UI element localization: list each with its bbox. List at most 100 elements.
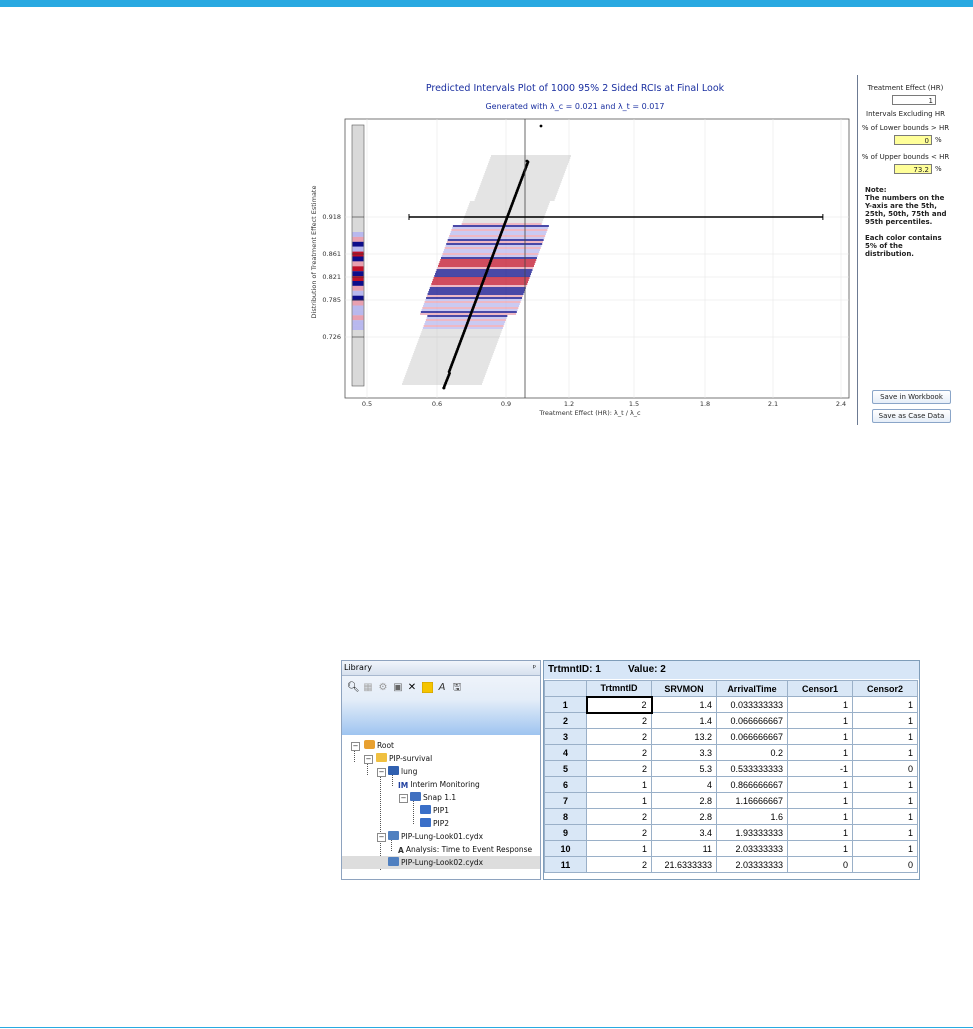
row-header[interactable]: 4 [544, 744, 587, 761]
table-cell[interactable]: 2 [586, 728, 652, 745]
save-as-case-data-button[interactable]: Save as Case Data [872, 409, 951, 423]
table-cell[interactable]: 3.3 [651, 744, 717, 761]
tree-node[interactable]: lung [388, 765, 417, 778]
table-cell[interactable]: 1 [852, 824, 918, 841]
table-cell[interactable]: 1 [852, 776, 918, 793]
table-cell[interactable]: 2 [586, 744, 652, 761]
tree-node[interactable]: PIP-Lung-Look02.cydx [342, 856, 540, 869]
row-header[interactable]: 3 [544, 728, 587, 745]
table-cell[interactable]: 2.8 [651, 808, 717, 825]
tree-node[interactable]: PIP-survival [376, 752, 432, 765]
tree-node[interactable]: PIP1 [420, 804, 449, 817]
column-header[interactable]: Censor1 [787, 680, 853, 697]
table-cell[interactable]: 1 [852, 712, 918, 729]
table-cell[interactable]: 1 [787, 792, 853, 809]
disk-icon[interactable]: 🖫︎ [451, 682, 463, 694]
save-in-workbook-button[interactable]: Save in Workbook [872, 390, 951, 404]
table-cell[interactable]: 3.4 [651, 824, 717, 841]
table-cell[interactable]: 1 [586, 840, 652, 857]
table-cell[interactable]: 1 [787, 776, 853, 793]
table-cell[interactable]: 2 [586, 856, 652, 873]
row-header[interactable]: 10 [544, 840, 587, 857]
table-cell[interactable]: 2.03333333 [716, 840, 788, 857]
tree-expander[interactable]: − [399, 794, 408, 803]
table-cell[interactable]: 1 [852, 744, 918, 761]
table-cell[interactable]: 1 [787, 744, 853, 761]
save-icon[interactable]: ▣ [392, 682, 404, 694]
table-cell[interactable]: 4 [651, 776, 717, 793]
row-header[interactable]: 6 [544, 776, 587, 793]
table-cell[interactable]: 1 [852, 808, 918, 825]
treatment-effect-input[interactable]: 1 [892, 95, 936, 105]
table-cell[interactable]: 2 [585, 695, 653, 714]
table-cell[interactable]: 2 [586, 824, 652, 841]
table-cell[interactable]: 0.066666667 [716, 728, 788, 745]
table-cell[interactable]: 2 [586, 760, 652, 777]
table-cell[interactable]: 2.8 [651, 792, 717, 809]
table-cell[interactable]: 21.6333333 [651, 856, 717, 873]
column-header[interactable]: TrtmntID [586, 680, 652, 697]
row-header[interactable]: 1 [544, 696, 587, 713]
row-header[interactable]: 8 [544, 808, 587, 825]
tree-expander[interactable]: − [364, 755, 373, 764]
table-cell[interactable]: 0.533333333 [716, 760, 788, 777]
font-icon[interactable]: A [436, 682, 448, 694]
table-cell[interactable]: 1 [586, 792, 652, 809]
table-cell[interactable]: -1 [787, 760, 853, 777]
table-cell[interactable]: 1 [787, 712, 853, 729]
row-header[interactable]: 9 [544, 824, 587, 841]
table-cell[interactable]: 1 [852, 728, 918, 745]
column-header[interactable]: ArrivalTime [716, 680, 788, 697]
tree-node[interactable]: Snap 1.1 [410, 791, 456, 804]
note-icon[interactable] [421, 681, 433, 694]
table-cell[interactable]: 0.2 [716, 744, 788, 761]
tree-node[interactable]: IM Interim Monitoring [398, 778, 480, 791]
table-cell[interactable]: 1 [586, 776, 652, 793]
table-row: 5 2 5.3 0.533333333 -1 0 [544, 760, 918, 777]
table-cell[interactable]: 2 [586, 808, 652, 825]
table-cell[interactable]: 2 [586, 712, 652, 729]
grid-icon[interactable]: ▦ [362, 682, 374, 694]
column-header[interactable]: SRVMON [651, 680, 717, 697]
table-cell[interactable]: 1 [852, 696, 918, 713]
row-header[interactable]: 5 [544, 760, 587, 777]
table-cell[interactable]: 2.03333333 [716, 856, 788, 873]
table-cell[interactable]: 1.4 [651, 696, 717, 713]
table-cell[interactable]: 0 [787, 856, 853, 873]
column-header[interactable]: Censor2 [852, 680, 918, 697]
settings-icon[interactable]: ⚙ [377, 682, 389, 694]
table-cell[interactable]: 1.16666667 [716, 792, 788, 809]
table-cell[interactable]: 1 [787, 696, 853, 713]
search-icon[interactable]: 🔍︎ [347, 682, 360, 694]
table-cell[interactable]: 1 [787, 840, 853, 857]
table-cell[interactable]: 1 [852, 840, 918, 857]
table-cell[interactable]: 0 [852, 856, 918, 873]
table-cell[interactable]: 11 [651, 840, 717, 857]
tree-node[interactable]: PIP2 [420, 817, 449, 830]
table-cell[interactable]: 5.3 [651, 760, 717, 777]
tree-expander[interactable]: − [351, 742, 360, 751]
tree-node[interactable]: PIP-Lung-Look01.cydx [388, 830, 483, 843]
table-cell[interactable]: 1.93333333 [716, 824, 788, 841]
table-cell[interactable]: 0 [852, 760, 918, 777]
delete-icon[interactable]: ✕ [406, 682, 418, 694]
table-cell[interactable]: 1 [852, 792, 918, 809]
tree-node[interactable]: A Analysis: Time to Event Response [398, 843, 532, 856]
tree-expander[interactable]: − [377, 768, 386, 777]
table-cell[interactable]: 13.2 [651, 728, 717, 745]
row-header[interactable]: 2 [544, 712, 587, 729]
table-cell[interactable]: 0.866666667 [716, 776, 788, 793]
table-cell[interactable]: 1 [787, 824, 853, 841]
table-cell[interactable]: 1.4 [651, 712, 717, 729]
row-header[interactable]: 11 [544, 856, 587, 873]
tree-node[interactable]: Root [364, 739, 394, 752]
table-cell[interactable]: 1 [787, 728, 853, 745]
table-cell[interactable]: 1 [787, 808, 853, 825]
x-axis-label: Treatment Effect (HR): λ_t / λ_c [538, 409, 641, 417]
pin-icon[interactable]: ᵖ [533, 661, 536, 675]
table-cell[interactable]: 0.066666667 [716, 712, 788, 729]
table-cell[interactable]: 0.033333333 [716, 696, 788, 713]
row-header[interactable]: 7 [544, 792, 587, 809]
table-cell[interactable]: 1.6 [716, 808, 788, 825]
tree-expander[interactable]: − [377, 833, 386, 842]
